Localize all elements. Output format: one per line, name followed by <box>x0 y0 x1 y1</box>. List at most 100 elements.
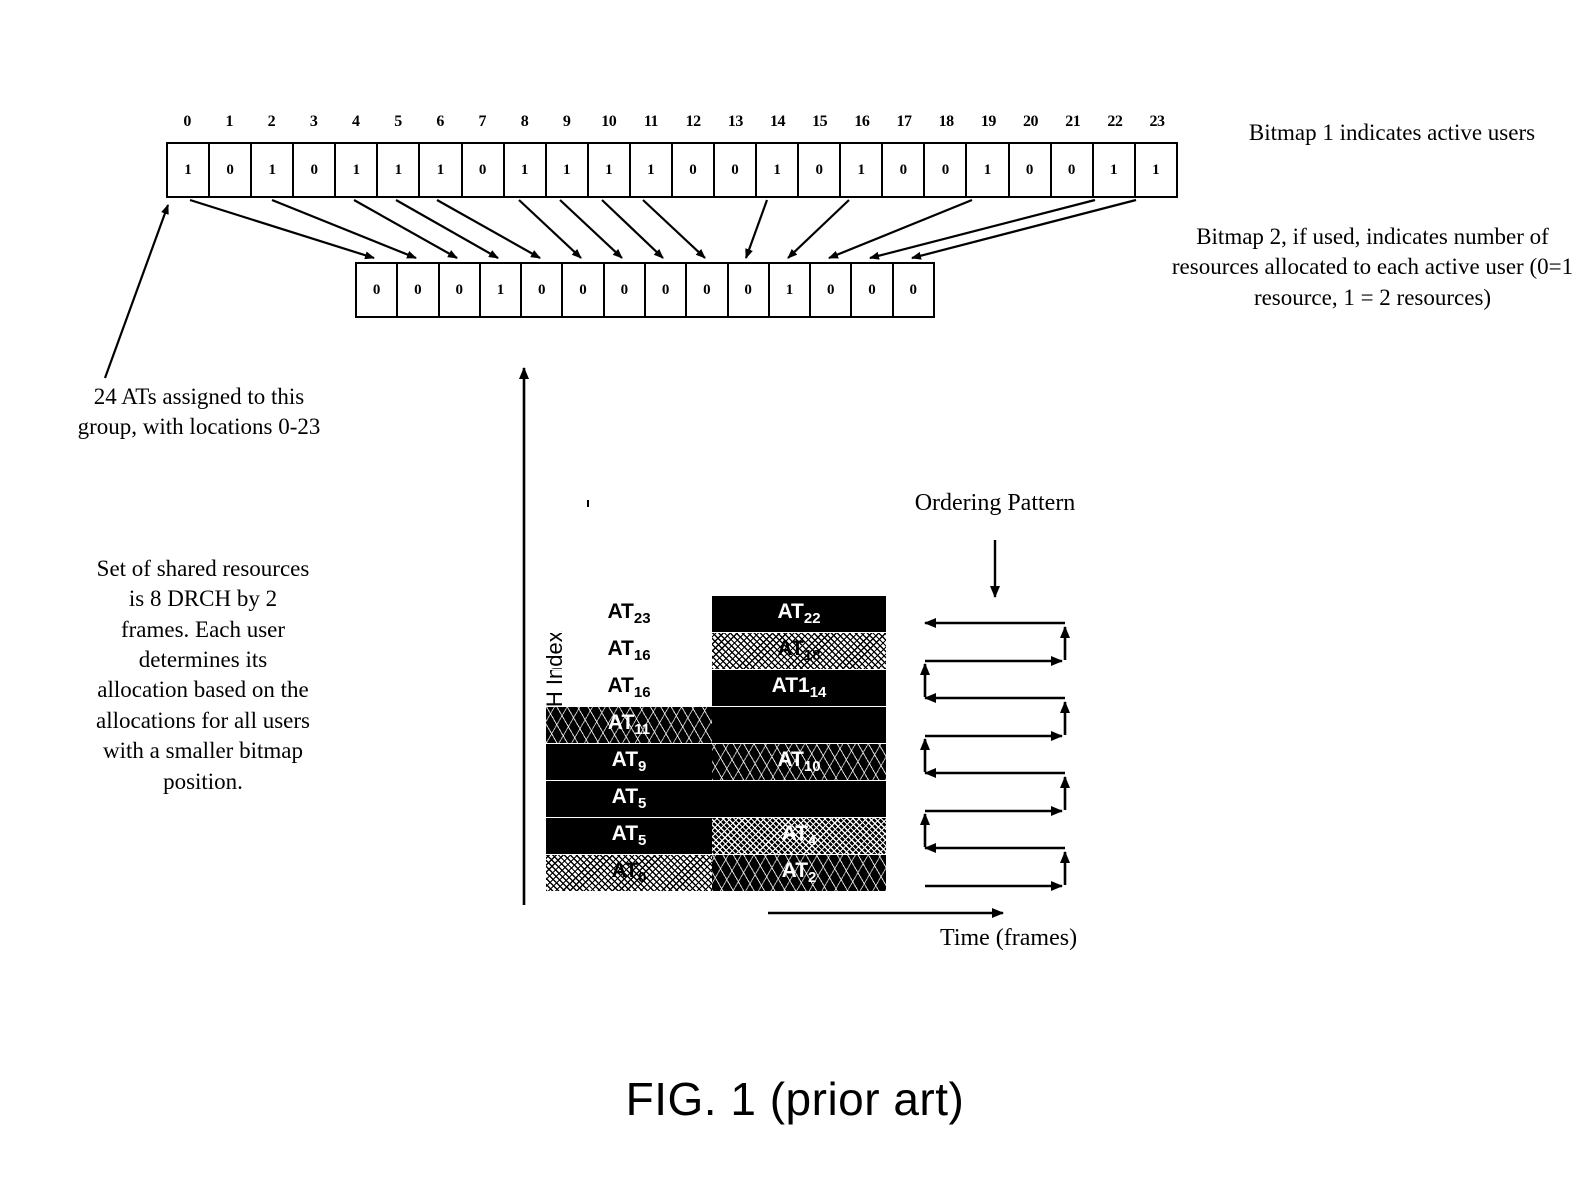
bitmap1-cell: 1 <box>378 144 421 196</box>
bitmap1-cell: 1 <box>547 144 589 196</box>
drch-cell: AT23 <box>546 596 712 633</box>
bitmap1-index: 0 <box>183 113 191 130</box>
bitmap1-index-row: 0 1 2 3 4 5 6 7 8 9 10 11 12 13 14 15 16… <box>166 112 1178 136</box>
drch-cell: AT10 <box>712 744 886 781</box>
bitmap1-index: 3 <box>309 113 318 130</box>
drch-cell: AT5 <box>546 781 712 818</box>
bitmap1-note: Bitmap 1 indicates active users <box>1248 120 1536 145</box>
bitmap2-cell: 0 <box>811 264 853 316</box>
bitmap1-index: 17 <box>896 113 913 130</box>
bitmap1-index: 12 <box>685 113 702 130</box>
drch-cell-label: AT0 <box>611 859 647 887</box>
bitmap1-index: 8 <box>520 113 529 130</box>
drch-cell <box>712 781 886 818</box>
drch-cell-label: AT4 <box>781 822 817 850</box>
ats-callout-arrow <box>103 204 170 379</box>
bitmap2-cell: 0 <box>357 264 399 316</box>
bitmap-mapping-arrows <box>189 198 1137 260</box>
bitmap1-cell: 1 <box>631 144 673 196</box>
bitmap1-cell: 0 <box>1010 144 1052 196</box>
bitmap1-index: 14 <box>769 113 786 130</box>
drch-cell: AT22 <box>712 596 886 633</box>
drch-cell <box>712 707 886 744</box>
drch-cell-label: AT18 <box>777 637 821 665</box>
drch-cell-label: AT5 <box>611 822 647 850</box>
drch-cell-label: AT10 <box>777 748 821 776</box>
drch-cell: AT18 <box>712 633 886 670</box>
bitmap1-index: 20 <box>1023 113 1039 130</box>
ordering-pattern-serpentine <box>920 618 1070 891</box>
bitmap1-index: 1 <box>225 113 234 130</box>
bitmap1-index: 7 <box>478 113 487 130</box>
bitmap1-index: 9 <box>562 113 571 130</box>
bitmap2-note: Bitmap 2, if used, indicates number of r… <box>1171 224 1574 310</box>
bitmap1-cell: 0 <box>883 144 926 196</box>
bitmap2-cell: 0 <box>909 281 918 298</box>
time-axis-label: Time (frames) <box>940 925 1078 951</box>
bitmap1-cell: 0 <box>294 144 337 196</box>
drch-cell: AT9 <box>546 744 712 781</box>
bitmap2-cell: 0 <box>398 264 440 316</box>
bitmap1-cell: 0 <box>715 144 758 196</box>
bitmap2-cell: 0 <box>563 264 605 316</box>
drch-cell: AT16 <box>546 670 712 707</box>
bitmap1-cell: 0 <box>463 144 505 196</box>
bitmap1-cell: 1 <box>505 144 547 196</box>
ordering-pattern-label: Ordering Pattern <box>914 490 1076 516</box>
bitmap1-index: 15 <box>812 113 828 130</box>
bitmap1-cell: 0 <box>210 144 253 196</box>
bitmap2-cell: 0 <box>522 264 564 316</box>
drch-cell-label: AT9 <box>611 748 647 776</box>
bitmap1-cell: 1 <box>841 144 884 196</box>
drch-cell: AT2 <box>712 855 886 892</box>
drch-cell-label: AT114 <box>771 674 827 702</box>
bitmap1-cell: 0 <box>1052 144 1094 196</box>
shared-resources-note: Set of shared resources is 8 DRCH by 2 f… <box>96 556 310 794</box>
bitmap1-cell: 1 <box>1152 161 1160 178</box>
drch-cell-label: AT22 <box>777 600 821 628</box>
bitmap2-row: 0 0 0 1 0 0 0 0 0 0 1 0 0 0 <box>355 262 935 318</box>
bitmap1-index: 21 <box>1065 113 1081 130</box>
drch-cell: AT4 <box>712 818 886 855</box>
bitmap1-index: 10 <box>601 113 617 130</box>
bitmap1-index: 4 <box>352 113 360 130</box>
bitmap1-cell: 0 <box>925 144 968 196</box>
bitmap1-cell: 1 <box>1094 144 1136 196</box>
drch-cell-label: AT2 <box>781 859 817 887</box>
bitmap2-cell: 0 <box>440 264 481 316</box>
bitmap1-cell: 1 <box>589 144 631 196</box>
drch-cell-label: AT11 <box>607 711 651 739</box>
drch-cell: AT11 <box>546 707 712 744</box>
figure-caption: FIG. 1 (prior art) <box>625 1073 965 1125</box>
drch-allocation-grid: AT23 AT22 AT16 AT18 AT16 AT114 AT11 AT9 … <box>546 596 886 892</box>
bitmap1-cell: 1 <box>420 144 463 196</box>
drch-cell: AT114 <box>712 670 886 707</box>
bitmap2-cell: 0 <box>729 264 770 316</box>
bitmap2-cell: 0 <box>852 264 894 316</box>
bitmap1-index: 23 <box>1149 113 1166 130</box>
drch-cell-label: AT16 <box>607 637 651 665</box>
bitmap1-cell: 0 <box>673 144 716 196</box>
bitmap1-cell: 0 <box>799 144 842 196</box>
drch-cell-label: AT16 <box>607 674 651 702</box>
bitmap1-cell: 1 <box>336 144 379 196</box>
bitmap1-index: 19 <box>980 113 997 130</box>
bitmap1-index: 5 <box>394 113 402 130</box>
bitmap1-index: 13 <box>727 113 744 130</box>
bitmap1-index: 16 <box>854 113 870 130</box>
bitmap1-index: 2 <box>267 113 276 130</box>
bitmap1-index: 22 <box>1107 113 1123 130</box>
figure-canvas: 0 1 2 3 4 5 6 7 8 9 10 11 12 13 14 15 16… <box>0 0 1590 1187</box>
bitmap1-cell: 1 <box>967 144 1010 196</box>
bitmap2-cell: 1 <box>770 264 812 316</box>
drch-cell: AT5 <box>546 818 712 855</box>
bitmap1-cell: 1 <box>252 144 295 196</box>
bitmap2-cell: 0 <box>646 264 688 316</box>
ats-assigned-note: 24 ATs assigned to this group, with loca… <box>77 384 321 440</box>
bitmap1-cell: 1 <box>168 144 211 196</box>
drch-cell: AT16 <box>546 633 712 670</box>
bitmap1-index: 6 <box>436 113 444 130</box>
bitmap1-row: 1 0 1 0 1 1 1 0 1 1 1 1 0 0 1 0 1 0 0 1 … <box>166 142 1178 198</box>
drch-cell: AT0 <box>546 855 712 892</box>
bitmap2-cell: 0 <box>605 264 646 316</box>
